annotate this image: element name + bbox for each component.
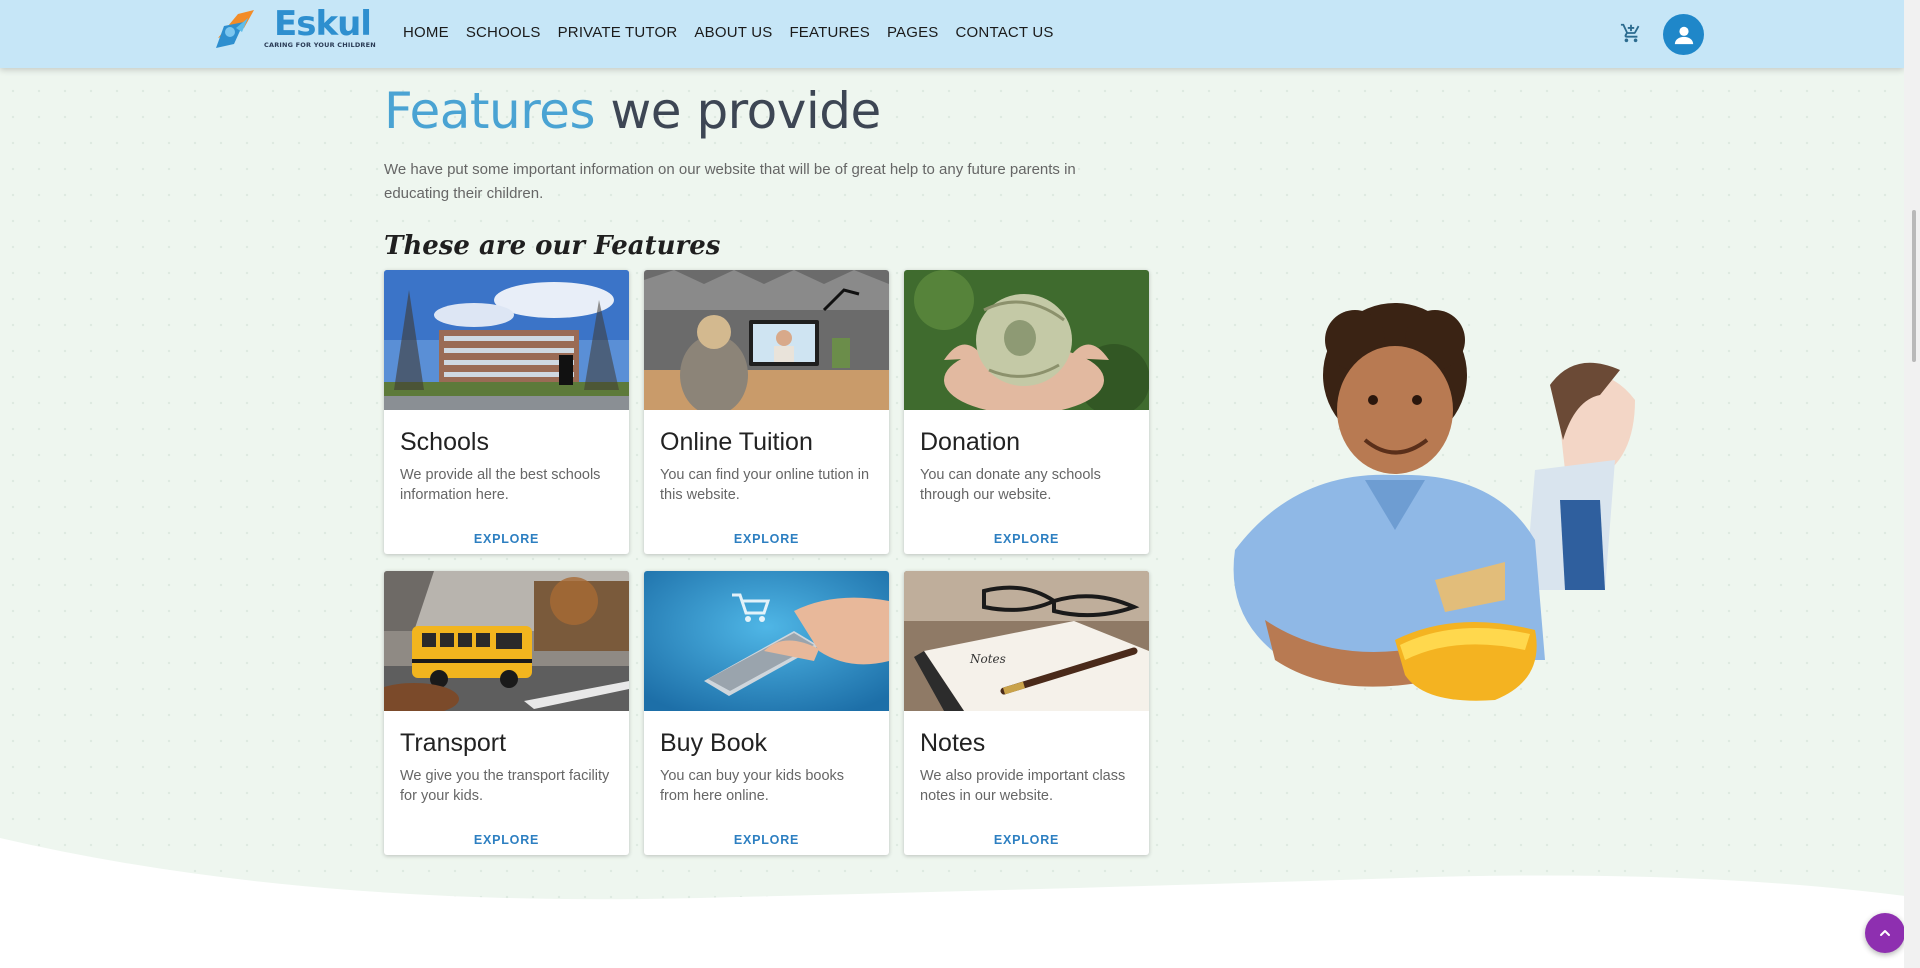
explore-button-online-tuition[interactable]: EXPLORE (644, 532, 889, 546)
donation-image (904, 270, 1149, 410)
back-to-top-button[interactable] (1865, 913, 1905, 953)
feature-card-notes: Notes Notes We also provide important cl… (904, 571, 1149, 855)
explore-button-schools[interactable]: EXPLORE (384, 532, 629, 546)
buy-book-image (644, 571, 889, 711)
card-text: We provide all the best schools informat… (400, 467, 601, 503)
card-title: Online Tuition (660, 428, 813, 456)
user-avatar-button[interactable] (1663, 14, 1704, 55)
nav-pages[interactable]: PAGES (887, 24, 939, 41)
title-accent: Features (384, 82, 596, 140)
chevron-up-icon (1880, 930, 1890, 936)
card-title: Notes (920, 729, 986, 757)
features-grid: Schools We provide all the best schools … (384, 270, 1164, 855)
feature-card-schools: Schools We provide all the best schools … (384, 270, 629, 554)
online-tuition-image (644, 270, 889, 410)
feature-card-transport: Transport We give you the transport faci… (384, 571, 629, 855)
card-text: We give you the transport facility for y… (400, 768, 610, 804)
logo-mark-icon (216, 10, 254, 48)
transport-image (384, 571, 629, 711)
nav-contact-us[interactable]: CONTACT US (956, 24, 1054, 41)
cart-icon[interactable] (1620, 22, 1642, 44)
explore-button-donation[interactable]: EXPLORE (904, 532, 1149, 546)
page-title: Features we provide (384, 80, 1164, 142)
card-text: You can donate any schools through our w… (920, 467, 1101, 503)
card-title: Buy Book (660, 729, 768, 757)
nav-schools[interactable]: SCHOOLS (466, 24, 541, 41)
logo-tagline: CARING FOR YOUR CHILDREN (264, 41, 376, 49)
feature-card-buy-book: Buy Book You can buy your kids books fro… (644, 571, 889, 855)
nav-features[interactable]: FEATURES (789, 24, 870, 41)
logo-wordmark: Eskul (274, 4, 372, 44)
svg-text:Notes: Notes (969, 652, 1006, 666)
nav-about-us[interactable]: ABOUT US (694, 24, 772, 41)
user-icon (1674, 26, 1693, 44)
feature-card-online-tuition: Online Tuition You can find your online … (644, 270, 889, 554)
nav-home[interactable]: HOME (403, 24, 449, 41)
logo[interactable]: Eskul CARING FOR YOUR CHILDREN (214, 4, 376, 52)
features-section: Features we provide We have put some imp… (384, 80, 1164, 855)
explore-button-transport[interactable]: EXPLORE (384, 833, 629, 847)
kids-illustration (1233, 303, 1635, 701)
card-text: You can buy your kids books from here on… (660, 768, 845, 804)
intro-text: We have put some important information o… (384, 161, 1076, 202)
card-title: Schools (400, 428, 489, 456)
feature-card-donation: Donation You can donate any schools thro… (904, 270, 1149, 554)
card-title: Donation (920, 428, 1021, 456)
notes-image: Notes (904, 571, 1149, 711)
explore-button-notes[interactable]: EXPLORE (904, 833, 1149, 847)
schools-image (384, 270, 629, 410)
explore-button-buy-book[interactable]: EXPLORE (644, 833, 889, 847)
nav-private-tutor[interactable]: PRIVATE TUTOR (558, 24, 678, 41)
features-subtitle: These are our Features (384, 231, 721, 261)
card-text: We also provide important class notes in… (920, 768, 1126, 804)
top-navbar: Eskul CARING FOR YOUR CHILDREN HOME SCHO… (0, 0, 1904, 68)
page-scrollbar[interactable] (1904, 0, 1920, 968)
title-rest: we provide (595, 82, 881, 140)
card-text: You can find your online tution in this … (660, 467, 870, 503)
main-nav: HOME SCHOOLS PRIVATE TUTOR ABOUT US FEAT… (403, 24, 1071, 41)
scrollbar-thumb[interactable] (1912, 210, 1916, 362)
card-title: Transport (400, 729, 507, 757)
